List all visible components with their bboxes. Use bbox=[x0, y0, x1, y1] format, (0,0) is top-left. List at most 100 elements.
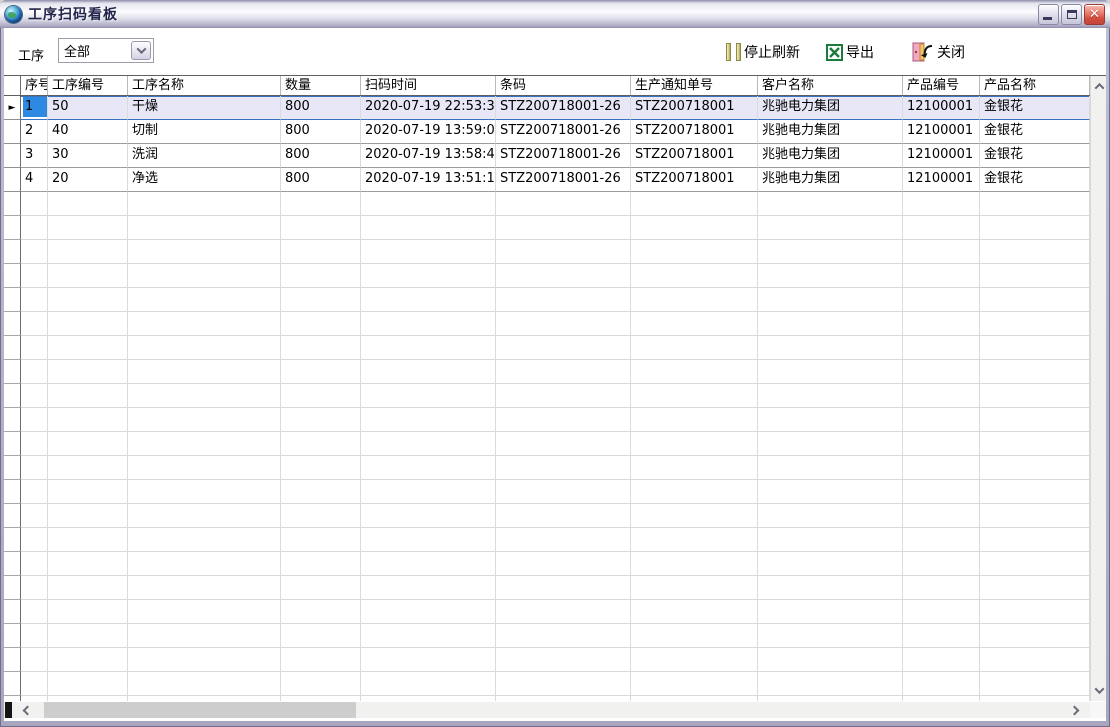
table-cell[interactable]: STZ200718001 bbox=[631, 120, 758, 144]
table-cell[interactable]: STZ200718001 bbox=[631, 96, 758, 120]
horizontal-scrollbar-thumb[interactable] bbox=[44, 702, 356, 718]
scroll-right-button[interactable] bbox=[1060, 702, 1088, 718]
table-cell[interactable]: 4 bbox=[21, 168, 48, 192]
excel-icon bbox=[826, 44, 843, 61]
table-cell bbox=[48, 600, 128, 624]
stop-refresh-button[interactable]: 停止刷新 bbox=[726, 39, 800, 65]
table-cell[interactable]: STZ200718001-26 bbox=[496, 96, 631, 120]
scrollbar-origin-block bbox=[5, 702, 12, 718]
table-cell[interactable]: 兆驰电力集团 bbox=[758, 144, 903, 168]
scroll-left-button[interactable] bbox=[13, 702, 41, 718]
combobox-dropdown-button[interactable] bbox=[131, 41, 151, 60]
table-cell bbox=[903, 624, 980, 648]
table-cell[interactable]: 2020-07-19 13:51:17 bbox=[361, 168, 496, 192]
table-row[interactable]: 420净选8002020-07-19 13:51:17STZ200718001-… bbox=[4, 168, 1090, 192]
column-header[interactable]: 条码 bbox=[496, 76, 631, 95]
minimize-button[interactable] bbox=[1038, 4, 1059, 25]
table-cell bbox=[496, 696, 631, 701]
data-grid[interactable]: 序号工序编号工序名称数量扫码时间条码生产通知单号客户名称产品编号产品名称►150… bbox=[4, 75, 1106, 701]
table-cell[interactable]: 12100001 bbox=[903, 144, 980, 168]
table-cell bbox=[903, 432, 980, 456]
table-cell[interactable]: 兆驰电力集团 bbox=[758, 96, 903, 120]
table-cell[interactable]: 800 bbox=[281, 96, 361, 120]
table-cell bbox=[21, 696, 48, 701]
column-header[interactable]: 工序编号 bbox=[48, 76, 128, 95]
table-cell[interactable]: 1 bbox=[21, 96, 48, 120]
column-header[interactable]: 工序名称 bbox=[128, 76, 281, 95]
row-indicator-gutter bbox=[4, 384, 21, 408]
table-cell[interactable]: 金银花 bbox=[980, 96, 1090, 120]
scroll-down-button[interactable] bbox=[1091, 682, 1106, 699]
table-cell[interactable]: 40 bbox=[48, 120, 128, 144]
column-header[interactable]: 数量 bbox=[281, 76, 361, 95]
table-cell[interactable]: 金银花 bbox=[980, 120, 1090, 144]
scrollbar-corner bbox=[1090, 702, 1106, 718]
table-cell bbox=[631, 216, 758, 240]
table-cell[interactable]: 干燥 bbox=[128, 96, 281, 120]
table-cell bbox=[758, 624, 903, 648]
table-cell[interactable]: 12100001 bbox=[903, 120, 980, 144]
table-cell[interactable]: 净选 bbox=[128, 168, 281, 192]
table-cell bbox=[903, 192, 980, 216]
column-header[interactable]: 产品名称 bbox=[980, 76, 1090, 95]
table-cell[interactable]: 20 bbox=[48, 168, 128, 192]
table-cell bbox=[21, 336, 48, 360]
table-row[interactable]: ►150干燥8002020-07-19 22:53:38STZ200718001… bbox=[4, 96, 1090, 120]
close-window-button[interactable]: 关闭 bbox=[912, 39, 965, 65]
table-cell[interactable]: 12100001 bbox=[903, 168, 980, 192]
row-indicator-gutter bbox=[4, 528, 21, 552]
table-cell bbox=[281, 552, 361, 576]
table-cell bbox=[631, 624, 758, 648]
titlebar[interactable]: 工序扫码看板 ✕ bbox=[0, 0, 1110, 28]
table-cell bbox=[903, 456, 980, 480]
export-button[interactable]: 导出 bbox=[826, 39, 874, 65]
table-cell[interactable]: 800 bbox=[281, 144, 361, 168]
table-cell[interactable]: STZ200718001-26 bbox=[496, 168, 631, 192]
column-header[interactable]: 产品编号 bbox=[903, 76, 980, 95]
table-cell[interactable]: STZ200718001-26 bbox=[496, 144, 631, 168]
table-cell[interactable]: 洗润 bbox=[128, 144, 281, 168]
column-header[interactable]: 生产通知单号 bbox=[631, 76, 758, 95]
process-filter-combobox[interactable]: 全部 bbox=[58, 38, 154, 63]
column-header[interactable]: 扫码时间 bbox=[361, 76, 496, 95]
table-cell[interactable]: 兆驰电力集团 bbox=[758, 120, 903, 144]
table-cell bbox=[980, 600, 1090, 624]
table-cell[interactable]: STZ200718001 bbox=[631, 168, 758, 192]
table-cell bbox=[758, 552, 903, 576]
table-row[interactable]: 330洗润8002020-07-19 13:58:43STZ200718001-… bbox=[4, 144, 1090, 168]
table-cell bbox=[128, 312, 281, 336]
table-cell bbox=[758, 264, 903, 288]
table-cell[interactable]: 金银花 bbox=[980, 168, 1090, 192]
table-cell[interactable]: 2 bbox=[21, 120, 48, 144]
column-header[interactable]: 客户名称 bbox=[758, 76, 903, 95]
table-cell[interactable]: 2020-07-19 13:59:08 bbox=[361, 120, 496, 144]
table-cell bbox=[48, 624, 128, 648]
table-cell[interactable]: 800 bbox=[281, 168, 361, 192]
close-button[interactable]: ✕ bbox=[1084, 4, 1105, 25]
row-indicator-gutter bbox=[4, 360, 21, 384]
table-cell bbox=[128, 216, 281, 240]
table-row[interactable]: 240切制8002020-07-19 13:59:08STZ200718001-… bbox=[4, 120, 1090, 144]
table-cell bbox=[128, 288, 281, 312]
vertical-scrollbar[interactable] bbox=[1090, 76, 1106, 701]
stop-refresh-label: 停止刷新 bbox=[744, 42, 800, 62]
table-cell[interactable]: 50 bbox=[48, 96, 128, 120]
maximize-button[interactable] bbox=[1061, 4, 1082, 25]
table-cell[interactable]: 3 bbox=[21, 144, 48, 168]
grid-body[interactable]: 序号工序编号工序名称数量扫码时间条码生产通知单号客户名称产品编号产品名称►150… bbox=[4, 76, 1090, 701]
table-cell[interactable]: 800 bbox=[281, 120, 361, 144]
table-cell[interactable]: 30 bbox=[48, 144, 128, 168]
column-header[interactable]: 序号 bbox=[21, 76, 48, 95]
table-cell[interactable]: 切制 bbox=[128, 120, 281, 144]
table-cell[interactable]: STZ200718001 bbox=[631, 144, 758, 168]
table-cell[interactable]: 兆驰电力集团 bbox=[758, 168, 903, 192]
table-cell[interactable]: 12100001 bbox=[903, 96, 980, 120]
table-cell[interactable]: STZ200718001-26 bbox=[496, 120, 631, 144]
table-cell bbox=[281, 384, 361, 408]
table-cell bbox=[281, 360, 361, 384]
scroll-up-button[interactable] bbox=[1091, 78, 1106, 95]
table-cell[interactable]: 2020-07-19 13:58:43 bbox=[361, 144, 496, 168]
horizontal-scrollbar[interactable] bbox=[4, 702, 1090, 718]
table-cell[interactable]: 2020-07-19 22:53:38 bbox=[361, 96, 496, 120]
table-cell[interactable]: 金银花 bbox=[980, 144, 1090, 168]
